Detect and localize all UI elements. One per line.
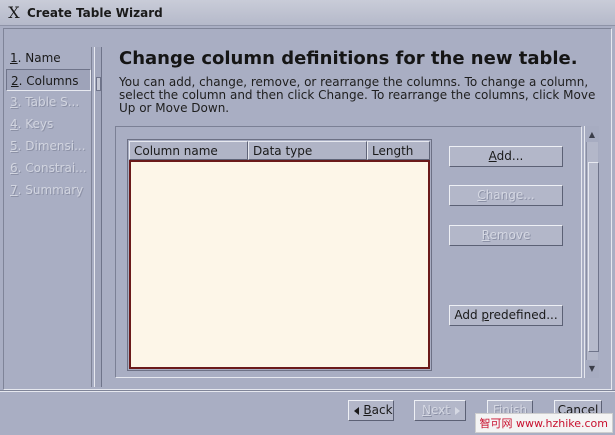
page-description: You can add, change, remove, or rearrang…	[119, 75, 596, 115]
table-header: Column name Data type Length	[129, 141, 430, 160]
back-arrow-icon	[354, 407, 359, 415]
back-button[interactable]: Back	[348, 400, 394, 421]
scroll-thumb[interactable]	[588, 162, 599, 352]
next-arrow-icon	[455, 407, 460, 415]
step-keys: 4. Keys	[10, 117, 54, 131]
scroll-track[interactable]	[586, 142, 599, 360]
step-name[interactable]: 1. Name	[6, 47, 91, 69]
scroll-down-arrow-icon[interactable]: ▼	[586, 362, 598, 376]
add-button[interactable]: Add...	[449, 146, 563, 167]
wizard-steps-list: 1. Name 2. Columns 3. Table S... 4. Keys…	[6, 47, 92, 387]
title-bar[interactable]: X Create Table Wizard	[0, 0, 615, 26]
watermark: 智可网 www.hzhike.com	[474, 413, 613, 433]
change-button: Change...	[449, 185, 563, 206]
next-button: Next	[414, 400, 466, 421]
footer-separator	[0, 390, 615, 392]
step-table-space: 3. Table S...	[10, 95, 80, 109]
panel-vertical-scrollbar[interactable]: ▲ ▼	[584, 126, 599, 378]
column-header-column-name[interactable]: Column name	[129, 141, 248, 160]
step-constraints: 6. Constrai...	[10, 161, 87, 175]
step-columns[interactable]: 2. Columns	[6, 69, 91, 91]
columns-table: Column name Data type Length	[127, 139, 432, 371]
step-summary: 7. Summary	[10, 183, 84, 197]
scroll-up-arrow-icon[interactable]: ▲	[586, 128, 598, 142]
window-title: Create Table Wizard	[27, 5, 163, 20]
table-body[interactable]	[129, 160, 430, 369]
remove-button: Remove	[449, 225, 563, 246]
step-dimensions: 5. Dimensi...	[10, 139, 86, 153]
page-title: Change column definitions for the new ta…	[119, 48, 578, 69]
column-header-length[interactable]: Length	[367, 141, 430, 160]
x-window-icon[interactable]: X	[5, 3, 23, 22]
add-predefined-button[interactable]: Add predefined...	[449, 305, 563, 326]
splitter-handle[interactable]	[96, 77, 101, 91]
steps-splitter[interactable]	[94, 47, 102, 387]
column-header-data-type[interactable]: Data type	[248, 141, 367, 160]
